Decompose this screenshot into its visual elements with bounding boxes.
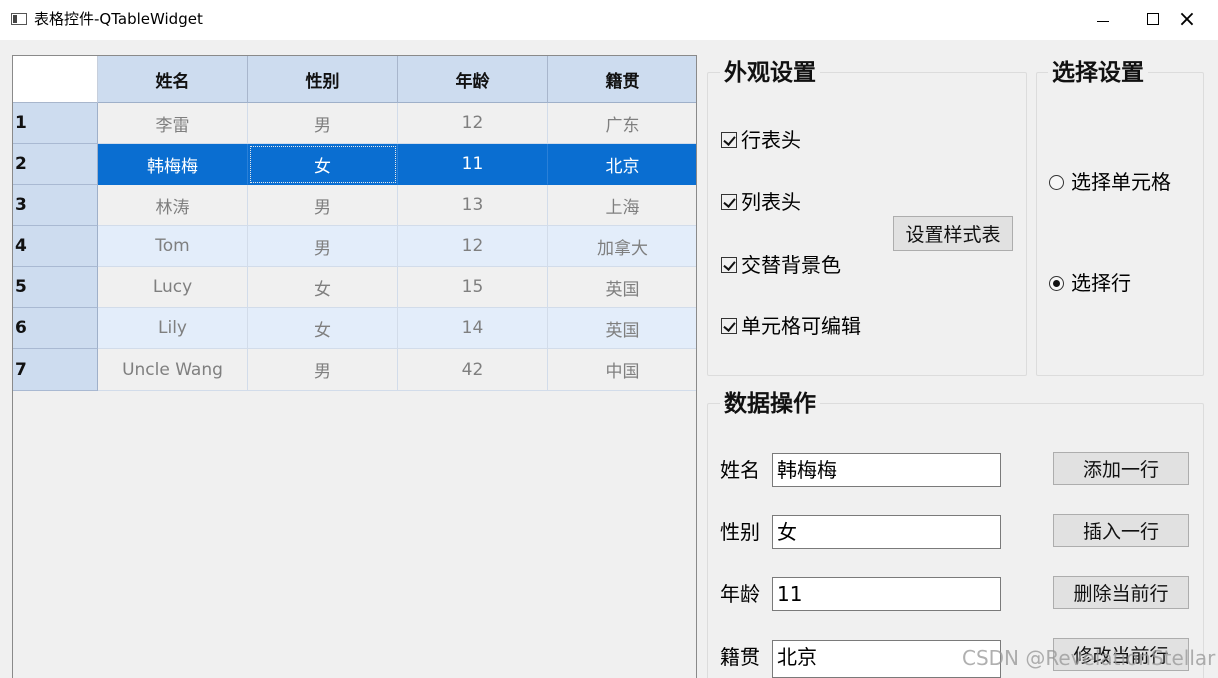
age-field[interactable]: 11	[772, 577, 1001, 611]
table-cell[interactable]: Lily	[98, 308, 248, 349]
table-cell[interactable]: 13	[398, 185, 548, 226]
checkbox-column-header[interactable]: 列表头	[721, 190, 801, 214]
radio-checked-icon	[1049, 275, 1064, 291]
table-cell[interactable]: 42	[398, 349, 548, 391]
checkbox-checked-icon	[721, 257, 737, 273]
title-bar: 表格控件-QTableWidget ×	[0, 0, 1218, 40]
radio-select-row[interactable]: 选择行	[1049, 271, 1131, 295]
age-label: 年龄	[720, 582, 760, 606]
table-cell[interactable]: 14	[398, 308, 548, 349]
table-corner-button[interactable]	[13, 56, 98, 103]
gender-label: 性别	[720, 520, 760, 544]
table-cell-selected[interactable]: 韩梅梅	[98, 144, 248, 185]
row-header[interactable]: 6	[13, 308, 98, 349]
radio-label: 选择行	[1071, 271, 1131, 295]
checkbox-checked-icon	[721, 318, 737, 334]
table-cell[interactable]: 女	[248, 308, 398, 349]
table-cell-selected[interactable]: 11	[398, 144, 548, 185]
window-title: 表格控件-QTableWidget	[34, 10, 203, 28]
hometown-label: 籍贯	[720, 645, 760, 669]
selection-settings-group	[1036, 72, 1204, 376]
row-header[interactable]: 2	[13, 144, 98, 185]
checkbox-checked-icon	[721, 132, 737, 148]
checkbox-checked-icon	[721, 194, 737, 210]
table-cell[interactable]: 林涛	[98, 185, 248, 226]
table-cell[interactable]: 英国	[548, 308, 696, 349]
checkbox-alternating-colors[interactable]: 交替背景色	[721, 253, 841, 277]
table-cell[interactable]: 李雷	[98, 103, 248, 144]
table-cell[interactable]: 15	[398, 267, 548, 308]
radio-select-cell[interactable]: 选择单元格	[1049, 170, 1171, 194]
minimize-button[interactable]	[1080, 0, 1126, 38]
set-stylesheet-button[interactable]: 设置样式表	[893, 216, 1013, 251]
checkbox-label: 单元格可编辑	[741, 314, 861, 338]
app-icon	[11, 13, 27, 25]
table-cell[interactable]: 广东	[548, 103, 696, 144]
table-cell[interactable]: 男	[248, 226, 398, 267]
checkbox-label: 列表头	[741, 190, 801, 214]
table-widget[interactable]: 姓名 性别 年龄 籍贯 1 李雷 男 12 广东 2 韩梅梅 女 11 北京 3…	[12, 55, 697, 678]
row-header[interactable]: 3	[13, 185, 98, 226]
table-cell[interactable]: 男	[248, 185, 398, 226]
name-label: 姓名	[720, 458, 760, 482]
watermark: CSDN @RevelationStellar	[962, 646, 1216, 670]
close-icon: ×	[1177, 6, 1197, 32]
minimize-icon	[1097, 20, 1109, 22]
table-cell[interactable]: 12	[398, 226, 548, 267]
selection-settings-title: 选择设置	[1048, 59, 1148, 87]
row-header[interactable]: 4	[13, 226, 98, 267]
table-cell-selected[interactable]: 北京	[548, 144, 696, 185]
insert-row-button[interactable]: 插入一行	[1053, 514, 1189, 547]
table-cell[interactable]: 加拿大	[548, 226, 696, 267]
column-header-name[interactable]: 姓名	[98, 56, 248, 103]
table-cell[interactable]: 女	[248, 267, 398, 308]
table-cell-current[interactable]: 女	[248, 144, 398, 185]
column-header-gender[interactable]: 性别	[248, 56, 398, 103]
maximize-icon	[1147, 13, 1159, 25]
row-header[interactable]: 7	[13, 349, 98, 391]
delete-row-button[interactable]: 删除当前行	[1053, 576, 1189, 609]
checkbox-label: 交替背景色	[741, 253, 841, 277]
add-row-button[interactable]: 添加一行	[1053, 452, 1189, 485]
checkbox-label: 行表头	[741, 128, 801, 152]
table-cell[interactable]: 上海	[548, 185, 696, 226]
table-cell[interactable]: Lucy	[98, 267, 248, 308]
column-header-age[interactable]: 年龄	[398, 56, 548, 103]
table-cell[interactable]: 中国	[548, 349, 696, 391]
checkbox-cells-editable[interactable]: 单元格可编辑	[721, 314, 861, 338]
data-operations-title: 数据操作	[720, 390, 820, 418]
radio-unchecked-icon	[1049, 174, 1064, 190]
table-cell[interactable]: Tom	[98, 226, 248, 267]
table-cell[interactable]: 男	[248, 103, 398, 144]
gender-field[interactable]: 女	[772, 515, 1001, 549]
appearance-settings-title: 外观设置	[720, 59, 820, 87]
table-cell[interactable]: 男	[248, 349, 398, 391]
name-field[interactable]: 韩梅梅	[772, 453, 1001, 487]
table-cell[interactable]: 英国	[548, 267, 696, 308]
row-header[interactable]: 5	[13, 267, 98, 308]
table-cell[interactable]: 12	[398, 103, 548, 144]
column-header-hometown[interactable]: 籍贯	[548, 56, 696, 103]
checkbox-row-header[interactable]: 行表头	[721, 128, 801, 152]
row-header[interactable]: 1	[13, 103, 98, 144]
radio-label: 选择单元格	[1071, 170, 1171, 194]
close-button[interactable]: ×	[1164, 0, 1210, 38]
table-cell[interactable]: Uncle Wang	[98, 349, 248, 391]
